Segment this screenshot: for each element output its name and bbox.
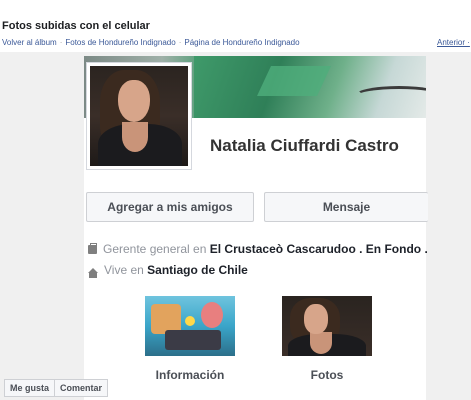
photo-actions: Me gusta Comentar [4, 379, 109, 397]
previous-photo-link[interactable]: Anterior · [437, 38, 470, 47]
profile-avatar[interactable] [86, 62, 192, 170]
work-place-link[interactable]: El Crustaceò Cascarudoo . En Fondo . [210, 242, 428, 256]
briefcase-icon [88, 242, 97, 254]
work-prefix: Gerente general en [103, 242, 207, 256]
home-info-row: Vive en Santiago de Chile [88, 263, 248, 278]
like-button[interactable]: Me gusta [4, 379, 56, 397]
info-thumbnail[interactable] [145, 296, 235, 356]
add-friend-button[interactable]: Agregar a mis amigos [86, 192, 254, 222]
home-prefix: Vive en [104, 263, 144, 277]
album-title: Fotos subidas con el celular [2, 20, 150, 32]
home-place-link[interactable]: Santiago de Chile [147, 263, 248, 277]
house-icon [88, 267, 98, 278]
work-info-row: Gerente general en El Crustaceò Cascarud… [88, 242, 428, 256]
avatar [90, 66, 188, 166]
profile-name[interactable]: Natalia Ciuffardi Castro [210, 136, 399, 156]
back-to-album-link[interactable]: Volver al álbum [2, 38, 57, 47]
tile-label-photos[interactable]: Fotos [277, 368, 377, 382]
page-link[interactable]: Página de Hondureño Indignado [184, 38, 299, 47]
photos-thumbnail[interactable] [282, 296, 372, 356]
breadcrumb: Volver al álbum · Fotos de Hondureño Indig… [2, 38, 300, 47]
page-photos-link[interactable]: Fotos de Hondureño Indignado [65, 38, 175, 47]
message-button[interactable]: Mensaje [264, 192, 428, 222]
tile-label-info[interactable]: Información [140, 368, 240, 382]
comment-button[interactable]: Comentar [55, 379, 109, 397]
